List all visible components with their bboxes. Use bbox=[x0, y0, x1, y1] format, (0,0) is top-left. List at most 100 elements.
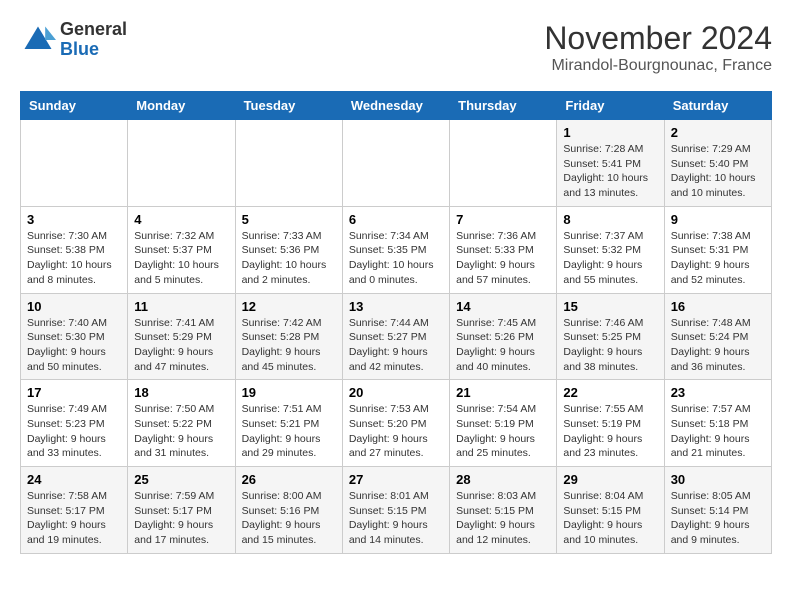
day-number: 28 bbox=[456, 472, 550, 487]
day-info: Sunrise: 7:29 AM Sunset: 5:40 PM Dayligh… bbox=[671, 142, 765, 201]
day-number: 18 bbox=[134, 385, 228, 400]
day-info: Sunrise: 7:54 AM Sunset: 5:19 PM Dayligh… bbox=[456, 402, 550, 461]
calendar-cell bbox=[128, 120, 235, 207]
day-info: Sunrise: 7:41 AM Sunset: 5:29 PM Dayligh… bbox=[134, 316, 228, 375]
day-info: Sunrise: 8:01 AM Sunset: 5:15 PM Dayligh… bbox=[349, 489, 443, 548]
day-info: Sunrise: 7:45 AM Sunset: 5:26 PM Dayligh… bbox=[456, 316, 550, 375]
day-info: Sunrise: 7:38 AM Sunset: 5:31 PM Dayligh… bbox=[671, 229, 765, 288]
weekday-header-wednesday: Wednesday bbox=[342, 92, 449, 120]
month-title: November 2024 bbox=[544, 20, 772, 57]
weekday-header-saturday: Saturday bbox=[664, 92, 771, 120]
calendar-cell: 7 Sunrise: 7:36 AM Sunset: 5:33 PM Daylig… bbox=[450, 206, 557, 293]
calendar-cell bbox=[450, 120, 557, 207]
calendar-cell: 16 Sunrise: 7:48 AM Sunset: 5:24 PM Dayli… bbox=[664, 293, 771, 380]
day-number: 30 bbox=[671, 472, 765, 487]
day-number: 4 bbox=[134, 212, 228, 227]
day-info: Sunrise: 7:51 AM Sunset: 5:21 PM Dayligh… bbox=[242, 402, 336, 461]
calendar-cell: 6Sunrise: 7:34 AM Sunset: 5:35 PM Daylig… bbox=[342, 206, 449, 293]
day-number: 7 bbox=[456, 212, 550, 227]
calendar-cell: 3 Sunrise: 7:30 AM Sunset: 5:38 PM Daylig… bbox=[21, 206, 128, 293]
calendar-cell: 27 Sunrise: 8:01 AM Sunset: 5:15 PM Dayli… bbox=[342, 467, 449, 554]
day-info: Sunrise: 7:32 AM Sunset: 5:37 PM Dayligh… bbox=[134, 229, 228, 288]
calendar-cell: 12Sunrise: 7:42 AM Sunset: 5:28 PM Dayli… bbox=[235, 293, 342, 380]
day-info: Sunrise: 7:30 AM Sunset: 5:38 PM Dayligh… bbox=[27, 229, 121, 288]
calendar-header: SundayMondayTuesdayWednesdayThursdayFrid… bbox=[21, 92, 772, 120]
calendar-cell bbox=[235, 120, 342, 207]
weekday-header-friday: Friday bbox=[557, 92, 664, 120]
day-info: Sunrise: 7:28 AM Sunset: 5:41 PM Dayligh… bbox=[563, 142, 657, 201]
calendar-cell bbox=[21, 120, 128, 207]
calendar-cell: 28 Sunrise: 8:03 AM Sunset: 5:15 PM Dayli… bbox=[450, 467, 557, 554]
day-info: Sunrise: 8:05 AM Sunset: 5:14 PM Dayligh… bbox=[671, 489, 765, 548]
title-block: November 2024 Mirandol-Bourgnounac, Fran… bbox=[544, 20, 772, 75]
calendar-cell: 21 Sunrise: 7:54 AM Sunset: 5:19 PM Dayli… bbox=[450, 380, 557, 467]
calendar-week-4: 17Sunrise: 7:49 AM Sunset: 5:23 PM Dayli… bbox=[21, 380, 772, 467]
calendar-cell: 20 Sunrise: 7:53 AM Sunset: 5:20 PM Dayli… bbox=[342, 380, 449, 467]
calendar-cell: 23Sunrise: 7:57 AM Sunset: 5:18 PM Dayli… bbox=[664, 380, 771, 467]
calendar-cell: 15Sunrise: 7:46 AM Sunset: 5:25 PM Dayli… bbox=[557, 293, 664, 380]
day-number: 24 bbox=[27, 472, 121, 487]
calendar-table: SundayMondayTuesdayWednesdayThursdayFrid… bbox=[20, 91, 772, 554]
day-info: Sunrise: 7:36 AM Sunset: 5:33 PM Dayligh… bbox=[456, 229, 550, 288]
day-info: Sunrise: 7:34 AM Sunset: 5:35 PM Dayligh… bbox=[349, 229, 443, 288]
calendar-week-2: 3 Sunrise: 7:30 AM Sunset: 5:38 PM Daylig… bbox=[21, 206, 772, 293]
calendar-cell: 5Sunrise: 7:33 AM Sunset: 5:36 PM Daylig… bbox=[235, 206, 342, 293]
day-info: Sunrise: 7:59 AM Sunset: 5:17 PM Dayligh… bbox=[134, 489, 228, 548]
day-number: 3 bbox=[27, 212, 121, 227]
day-number: 1 bbox=[563, 125, 657, 140]
calendar-cell: 1 Sunrise: 7:28 AM Sunset: 5:41 PM Daylig… bbox=[557, 120, 664, 207]
calendar-cell bbox=[342, 120, 449, 207]
logo-blue: Blue bbox=[60, 39, 99, 59]
logo: General Blue bbox=[20, 20, 127, 60]
day-number: 14 bbox=[456, 299, 550, 314]
day-info: Sunrise: 7:50 AM Sunset: 5:22 PM Dayligh… bbox=[134, 402, 228, 461]
day-number: 22 bbox=[563, 385, 657, 400]
day-number: 23 bbox=[671, 385, 765, 400]
calendar-cell: 17Sunrise: 7:49 AM Sunset: 5:23 PM Dayli… bbox=[21, 380, 128, 467]
day-info: Sunrise: 7:58 AM Sunset: 5:17 PM Dayligh… bbox=[27, 489, 121, 548]
calendar-body: 1 Sunrise: 7:28 AM Sunset: 5:41 PM Daylig… bbox=[21, 120, 772, 554]
day-number: 20 bbox=[349, 385, 443, 400]
day-number: 17 bbox=[27, 385, 121, 400]
day-number: 29 bbox=[563, 472, 657, 487]
day-number: 8 bbox=[563, 212, 657, 227]
day-info: Sunrise: 7:33 AM Sunset: 5:36 PM Dayligh… bbox=[242, 229, 336, 288]
calendar-cell: 18 Sunrise: 7:50 AM Sunset: 5:22 PM Dayli… bbox=[128, 380, 235, 467]
calendar-cell: 4 Sunrise: 7:32 AM Sunset: 5:37 PM Daylig… bbox=[128, 206, 235, 293]
calendar-cell: 2 Sunrise: 7:29 AM Sunset: 5:40 PM Daylig… bbox=[664, 120, 771, 207]
day-number: 16 bbox=[671, 299, 765, 314]
calendar-cell: 25 Sunrise: 7:59 AM Sunset: 5:17 PM Dayli… bbox=[128, 467, 235, 554]
weekday-header-thursday: Thursday bbox=[450, 92, 557, 120]
logo-icon bbox=[20, 22, 56, 58]
day-info: Sunrise: 8:00 AM Sunset: 5:16 PM Dayligh… bbox=[242, 489, 336, 548]
day-number: 27 bbox=[349, 472, 443, 487]
calendar-cell: 9 Sunrise: 7:38 AM Sunset: 5:31 PM Daylig… bbox=[664, 206, 771, 293]
day-info: Sunrise: 7:37 AM Sunset: 5:32 PM Dayligh… bbox=[563, 229, 657, 288]
day-number: 10 bbox=[27, 299, 121, 314]
day-number: 25 bbox=[134, 472, 228, 487]
calendar-week-5: 24 Sunrise: 7:58 AM Sunset: 5:17 PM Dayli… bbox=[21, 467, 772, 554]
logo-text: General Blue bbox=[60, 20, 127, 60]
calendar-cell: 10Sunrise: 7:40 AM Sunset: 5:30 PM Dayli… bbox=[21, 293, 128, 380]
day-number: 26 bbox=[242, 472, 336, 487]
calendar-cell: 22Sunrise: 7:55 AM Sunset: 5:19 PM Dayli… bbox=[557, 380, 664, 467]
day-number: 2 bbox=[671, 125, 765, 140]
weekday-header-tuesday: Tuesday bbox=[235, 92, 342, 120]
page-header: General Blue November 2024 Mirandol-Bour… bbox=[20, 20, 772, 75]
day-number: 9 bbox=[671, 212, 765, 227]
calendar-cell: 11 Sunrise: 7:41 AM Sunset: 5:29 PM Dayli… bbox=[128, 293, 235, 380]
day-number: 21 bbox=[456, 385, 550, 400]
calendar-cell: 30 Sunrise: 8:05 AM Sunset: 5:14 PM Dayli… bbox=[664, 467, 771, 554]
day-info: Sunrise: 7:48 AM Sunset: 5:24 PM Dayligh… bbox=[671, 316, 765, 375]
calendar-cell: 8 Sunrise: 7:37 AM Sunset: 5:32 PM Daylig… bbox=[557, 206, 664, 293]
weekday-header-sunday: Sunday bbox=[21, 92, 128, 120]
calendar-week-1: 1 Sunrise: 7:28 AM Sunset: 5:41 PM Daylig… bbox=[21, 120, 772, 207]
day-info: Sunrise: 7:44 AM Sunset: 5:27 PM Dayligh… bbox=[349, 316, 443, 375]
day-info: Sunrise: 7:53 AM Sunset: 5:20 PM Dayligh… bbox=[349, 402, 443, 461]
weekday-row: SundayMondayTuesdayWednesdayThursdayFrid… bbox=[21, 92, 772, 120]
calendar-week-3: 10Sunrise: 7:40 AM Sunset: 5:30 PM Dayli… bbox=[21, 293, 772, 380]
day-number: 11 bbox=[134, 299, 228, 314]
calendar-cell: 13Sunrise: 7:44 AM Sunset: 5:27 PM Dayli… bbox=[342, 293, 449, 380]
day-info: Sunrise: 8:03 AM Sunset: 5:15 PM Dayligh… bbox=[456, 489, 550, 548]
day-number: 12 bbox=[242, 299, 336, 314]
